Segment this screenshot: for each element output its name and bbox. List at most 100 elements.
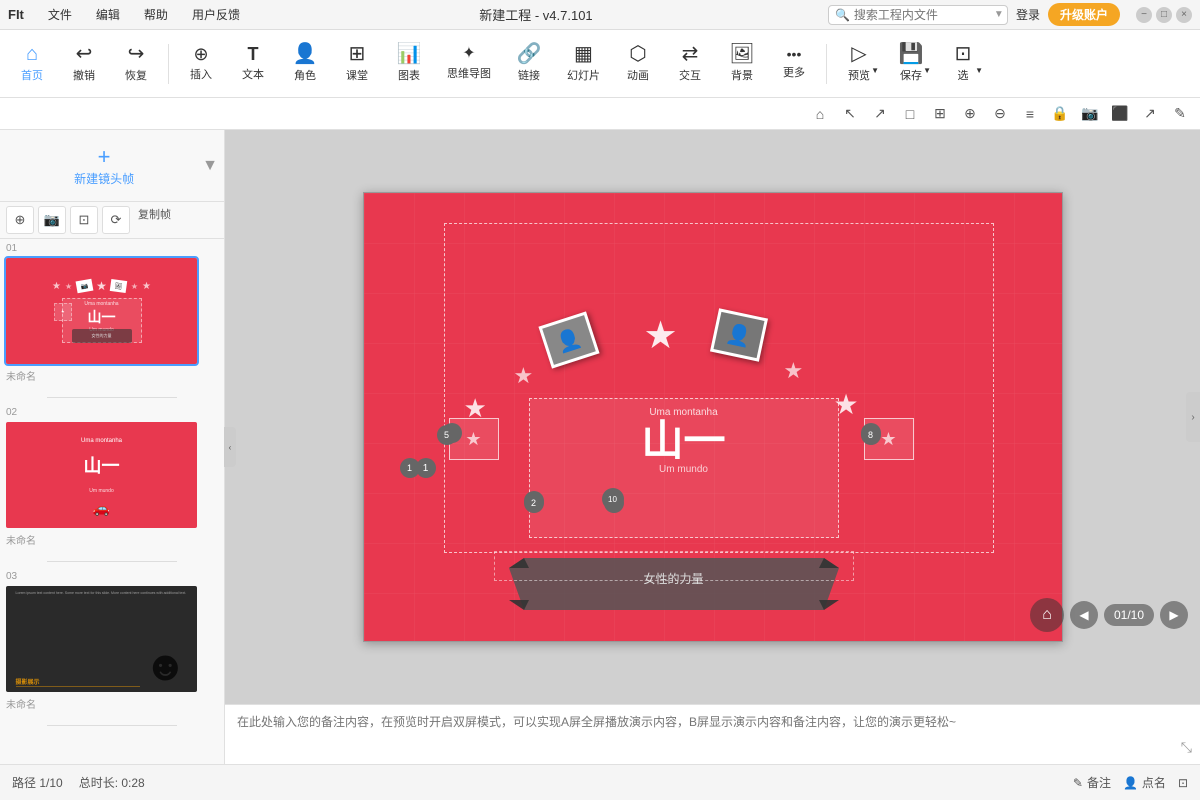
notes-expand-btn[interactable]: ⤡ [1181, 739, 1192, 756]
toolbar-chart[interactable]: 📊 图表 [385, 38, 433, 89]
maximize-button[interactable]: □ [1156, 7, 1172, 23]
screenshot-btn[interactable]: 📷 [1078, 102, 1102, 126]
sidebar-top: + 新建镜头帧 ▼ [0, 130, 224, 202]
new-frame-button[interactable]: + 新建镜头帧 [6, 136, 202, 195]
callout-label: 点名 [1142, 774, 1166, 791]
toolbar-undo[interactable]: ↩ 撤销 [60, 38, 108, 89]
bg-fill-btn[interactable]: ⬛ [1108, 102, 1132, 126]
badge-num-8: 8 [861, 425, 881, 445]
app-logo: FIt [8, 7, 24, 22]
bottom-left: 路径 1/10 总时长: 0:28 [12, 774, 145, 791]
toolbar-interact[interactable]: ⇄ 交互 [666, 38, 714, 89]
slide2-title: 山一 [84, 452, 120, 478]
callout-btn[interactable]: 👤 点名 [1123, 774, 1166, 791]
link-icon: 🔗 [517, 44, 542, 64]
annotation-btn[interactable]: ✎ 备注 [1073, 774, 1111, 791]
slide-thumb-2[interactable]: Uma montanha 山一 Um mundo 🚗 [4, 420, 199, 530]
title-bar: FIt 文件 编辑 帮助 用户反馈 新建工程 - v4.7.101 🔍 ▼ 登录… [0, 0, 1200, 30]
align-rect-btn[interactable]: □ [898, 102, 922, 126]
select-arrow: ▼ [975, 66, 983, 75]
zoom-out-btn[interactable]: ⊖ [988, 102, 1012, 126]
photo-card-2[interactable]: 👤 [709, 308, 767, 361]
edit-btn[interactable]: ✎ [1168, 102, 1192, 126]
slide-num-1: 01 [4, 243, 220, 254]
slide-num-2: 02 [4, 407, 220, 418]
search-dropdown-icon[interactable]: ▼ [994, 9, 1004, 20]
canvas[interactable]: ★ ★ 👤 ★ 👤 ★ [225, 130, 1200, 704]
main-chinese-text: 山一 [530, 418, 838, 464]
menu-file[interactable]: 文件 [44, 4, 76, 25]
close-button[interactable]: × [1176, 7, 1192, 23]
main-toolbar: ⌂ 首页 ↩ 撤销 ↪ 恢复 ⊕ 插入 T 文本 👤 角色 ⊞ 课堂 📊 图表 … [0, 30, 1200, 98]
toolbar-more[interactable]: ••• 更多 [770, 41, 818, 86]
toolbar-more-label: 更多 [783, 64, 805, 80]
new-frame-plus-icon: + [98, 144, 111, 170]
nav-home-btn[interactable]: ⌂ [1030, 598, 1064, 632]
toolbar-separator-2 [826, 44, 827, 84]
sidebar-collapse-btn[interactable]: ‹ [224, 427, 236, 467]
toolbar-home[interactable]: ⌂ 首页 [8, 38, 56, 89]
badge-num-10: 10 [602, 488, 624, 510]
align-multi-btn[interactable]: ⊞ [928, 102, 952, 126]
toolbar-class[interactable]: ⊞ 课堂 [333, 38, 381, 89]
fullscreen-icon: ⊡ [1178, 776, 1188, 790]
slide-duration: 总时长: 0:28 [79, 774, 145, 791]
animation-icon: ⬡ [629, 44, 646, 64]
nav-overlay: ⌂ ◀ 01/10 ▶ [1030, 598, 1188, 632]
ppt-icon: ▦ [574, 44, 593, 64]
sidebar-collapse-arrow[interactable]: ▼ [202, 157, 218, 175]
align-left-btn[interactable]: ≡ [1018, 102, 1042, 126]
export-btn[interactable]: ↗ [1138, 102, 1162, 126]
upgrade-button[interactable]: 升级账户 [1048, 3, 1120, 26]
zoom-in-btn[interactable]: ⊕ [958, 102, 982, 126]
right-panel-toggle[interactable]: › [1186, 392, 1200, 442]
login-button[interactable]: 登录 [1016, 6, 1040, 23]
toolbar-select[interactable]: ⊡ 选 ▼ [939, 38, 987, 89]
slide-separator-1 [4, 387, 220, 407]
lock-btn[interactable]: 🔒 [1048, 102, 1072, 126]
align-tr-btn[interactable]: ↗ [868, 102, 892, 126]
slide-thumb-1[interactable]: ★ ★ 📷 ★ 🖼 ★ ★ [4, 256, 199, 366]
banner-container[interactable]: 女性的力量 [509, 558, 839, 610]
slide-canvas[interactable]: ★ ★ 👤 ★ 👤 ★ [363, 192, 1063, 642]
toolbar-role[interactable]: 👤 角色 [281, 38, 329, 89]
slide-thumb-bg-1: ★ ★ 📷 ★ 🖼 ★ ★ [6, 258, 197, 364]
bg-icon: 🖼 [729, 44, 754, 64]
slide-separator-2 [4, 551, 220, 571]
crop-btn[interactable]: ⊡ [70, 206, 98, 234]
nav-prev-btn[interactable]: ◀ [1070, 601, 1098, 629]
copy-frame-btn[interactable]: ⊕ [6, 206, 34, 234]
nav-next-btn[interactable]: ▶ [1160, 601, 1188, 629]
toolbar-redo[interactable]: ↪ 恢复 [112, 38, 160, 89]
toolbar-animation[interactable]: ⬡ 动画 [614, 38, 662, 89]
toolbar-ppt[interactable]: ▦ 幻灯片 [557, 38, 610, 89]
class-icon: ⊞ [349, 44, 366, 64]
fullscreen-btn[interactable]: ⊡ [1178, 774, 1188, 791]
search-box[interactable]: 🔍 ▼ [828, 5, 1008, 25]
toolbar-save[interactable]: 💾 保存 ▼ [887, 38, 935, 89]
notes-input[interactable] [237, 713, 1188, 756]
toolbar-link[interactable]: 🔗 链接 [505, 38, 553, 89]
menu-feedback[interactable]: 用户反馈 [188, 4, 244, 25]
window-title: 新建工程 - v4.7.101 [244, 5, 828, 24]
align-tl-btn[interactable]: ↖ [838, 102, 862, 126]
slide-label-2: 未命名 [4, 532, 220, 547]
fit-view-btn[interactable]: ⌂ [808, 102, 832, 126]
toolbar-preview[interactable]: ▷ 预览 ▼ [835, 38, 883, 89]
menu-edit[interactable]: 编辑 [92, 4, 124, 25]
search-input[interactable] [854, 8, 994, 22]
interact-icon: ⇄ [682, 44, 699, 64]
main-content-box[interactable]: Uma montanha 山一 Um mundo [529, 398, 839, 538]
toolbar-mindmap[interactable]: ✦ 思维导图 [437, 40, 501, 87]
loop-btn[interactable]: ⟳ [102, 206, 130, 234]
menu-help[interactable]: 帮助 [140, 4, 172, 25]
slide-thumb-3[interactable]: Lorem ipsum text content here. Some more… [4, 584, 199, 694]
snapshot-btn[interactable]: 📷 [38, 206, 66, 234]
photo-card-1[interactable]: 👤 [538, 311, 599, 368]
toolbar-bg[interactable]: 🖼 背景 [718, 38, 766, 89]
toolbar-animation-label: 动画 [627, 67, 649, 83]
callout-icon: 👤 [1123, 776, 1138, 790]
minimize-button[interactable]: − [1136, 7, 1152, 23]
toolbar-insert[interactable]: ⊕ 插入 [177, 39, 225, 88]
toolbar-text[interactable]: T 文本 [229, 39, 277, 88]
